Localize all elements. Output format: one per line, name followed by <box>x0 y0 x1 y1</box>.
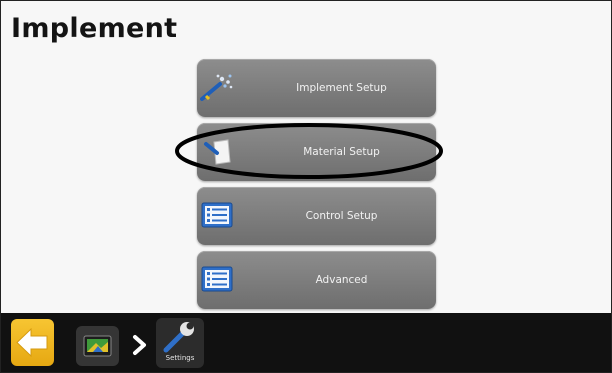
page-title: Implement <box>11 13 178 44</box>
screen: Implement Implement Setup Material Setup… <box>0 0 612 373</box>
home-screen-button[interactable] <box>76 326 119 366</box>
control-setup-label: Control Setup <box>305 210 378 222</box>
chevron-right-icon <box>133 335 146 355</box>
settings-label: Settings <box>165 354 195 362</box>
material-page-icon <box>200 136 234 166</box>
implement-setup-button[interactable]: Implement Setup <box>197 59 436 117</box>
advanced-label: Advanced <box>315 274 368 286</box>
settings-breadcrumb[interactable]: Settings <box>156 318 204 368</box>
implement-setup-label: Implement Setup <box>296 82 387 94</box>
list-icon <box>200 264 234 294</box>
material-setup-button[interactable]: Material Setup <box>197 123 436 181</box>
bottom-bar: Settings <box>1 313 611 372</box>
material-setup-label: Material Setup <box>303 146 380 158</box>
back-arrow-icon <box>16 327 48 358</box>
control-setup-button[interactable]: Control Setup <box>197 187 436 245</box>
back-button[interactable] <box>11 319 54 366</box>
implement-spray-icon <box>200 72 234 102</box>
home-screen-icon <box>83 335 112 357</box>
advanced-button[interactable]: Advanced <box>197 251 436 309</box>
wrench-icon <box>163 322 194 353</box>
list-icon <box>200 200 234 230</box>
